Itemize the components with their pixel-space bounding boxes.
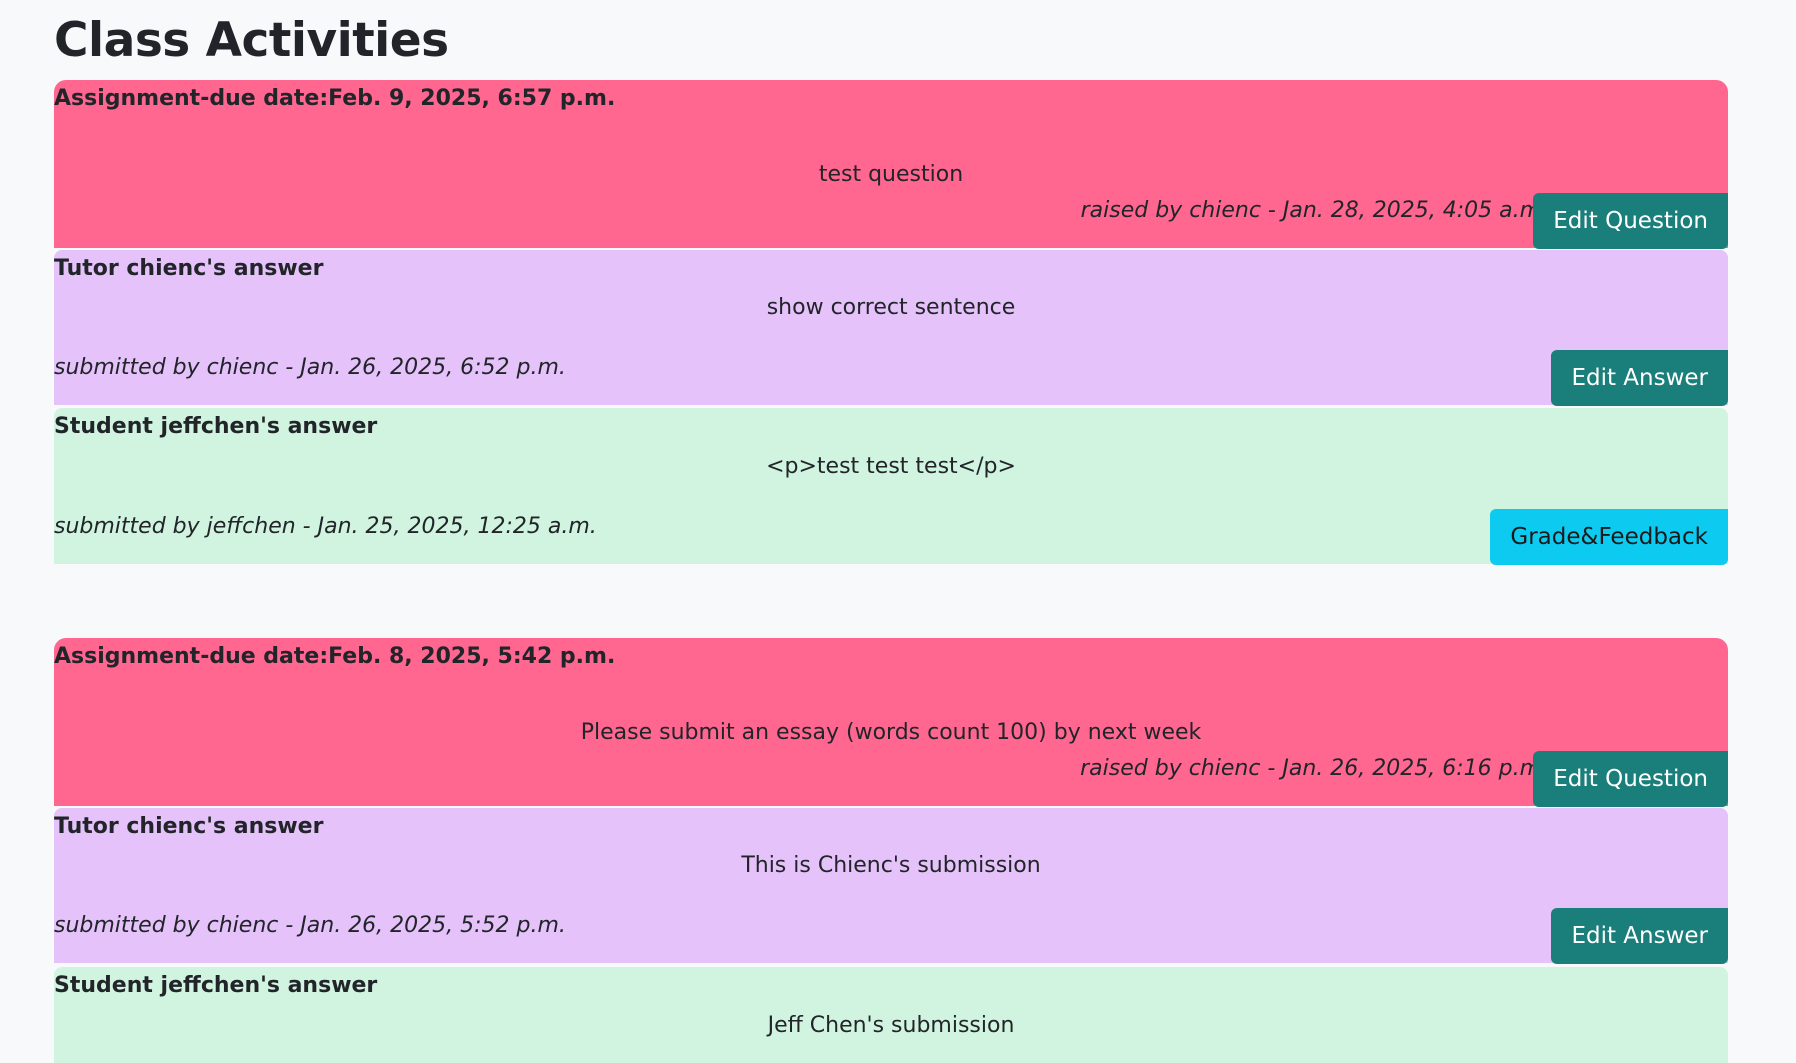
tutor-answer-card: Tutor chienc's answer This is Chienc's s… bbox=[54, 808, 1728, 964]
tutor-answer-meta: submitted by chienc - Jan. 26, 2025, 5:5… bbox=[54, 913, 566, 938]
edit-answer-button[interactable]: Edit Answer bbox=[1551, 908, 1728, 964]
question-due-date: Assignment-due date:Feb. 8, 2025, 5:42 p… bbox=[54, 644, 616, 669]
tutor-answer-card: Tutor chienc's answer show correct sente… bbox=[54, 250, 1728, 406]
tutor-answer-title: Tutor chienc's answer bbox=[54, 814, 324, 839]
student-answer-card: Student jeffchen's answer <p>test test t… bbox=[54, 408, 1728, 565]
question-meta: raised by chienc - Jan. 28, 2025, 4:05 a… bbox=[1080, 198, 1548, 223]
question-card: Assignment-due date:Feb. 8, 2025, 5:42 p… bbox=[54, 638, 1728, 807]
grade-feedback-button[interactable]: Grade&Feedback bbox=[1490, 509, 1728, 565]
tutor-answer-text: show correct sentence bbox=[766, 295, 1016, 320]
tutor-answer-meta: submitted by chienc - Jan. 26, 2025, 6:5… bbox=[54, 355, 566, 380]
edit-question-button[interactable]: Edit Question bbox=[1533, 193, 1728, 249]
class-activities-page: Class Activities Assignment-due date:Feb… bbox=[0, 0, 1796, 1063]
edit-question-button[interactable]: Edit Question bbox=[1533, 751, 1728, 807]
student-answer-text: Jeff Chen's submission bbox=[767, 1013, 1015, 1038]
student-answer-card: Student jeffchen's answer Jeff Chen's su… bbox=[54, 967, 1728, 1063]
tutor-answer-text: This is Chienc's submission bbox=[741, 853, 1041, 878]
question-due-date: Assignment-due date:Feb. 9, 2025, 6:57 p… bbox=[54, 86, 616, 111]
tutor-answer-title: Tutor chienc's answer bbox=[54, 256, 324, 281]
edit-answer-button[interactable]: Edit Answer bbox=[1551, 350, 1728, 406]
question-text: test question bbox=[818, 162, 964, 187]
question-meta: raised by chienc - Jan. 26, 2025, 6:16 p… bbox=[1080, 756, 1548, 781]
page-title: Class Activities bbox=[54, 13, 449, 68]
student-answer-text: <p>test test test</p> bbox=[766, 454, 1016, 479]
student-answer-title: Student jeffchen's answer bbox=[54, 414, 378, 439]
student-answer-title: Student jeffchen's answer bbox=[54, 973, 378, 998]
question-card: Assignment-due date:Feb. 9, 2025, 6:57 p… bbox=[54, 80, 1728, 249]
question-text: Please submit an essay (words count 100)… bbox=[580, 720, 1202, 745]
student-answer-meta: submitted by jeffchen - Jan. 25, 2025, 1… bbox=[54, 514, 597, 539]
